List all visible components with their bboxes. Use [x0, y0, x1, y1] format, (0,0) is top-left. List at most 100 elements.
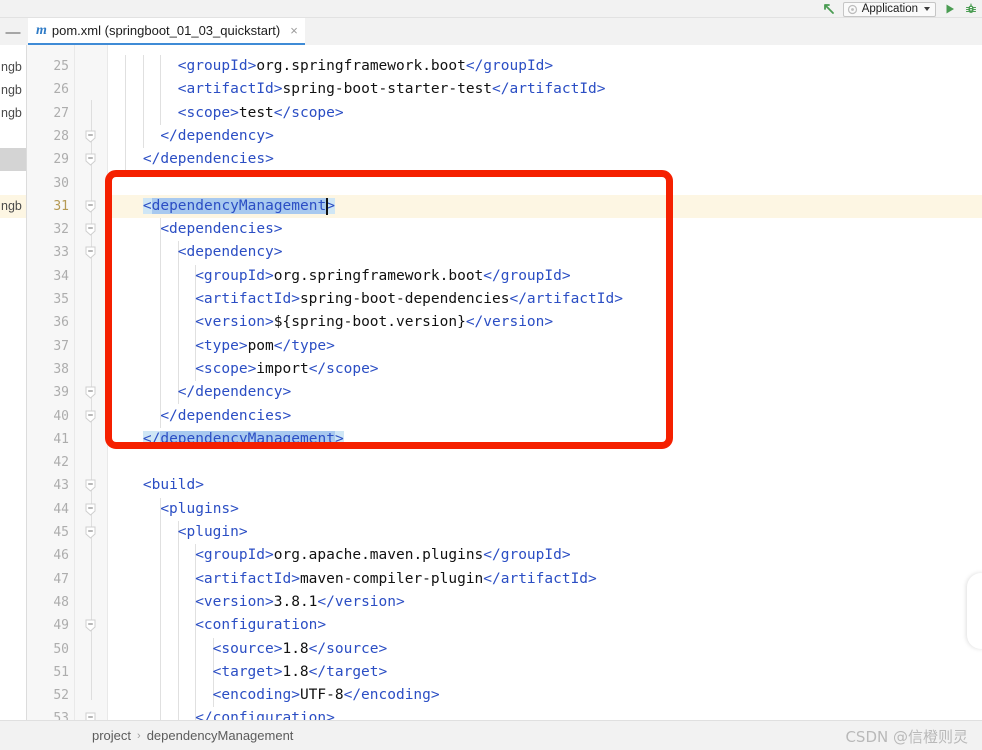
tree-row[interactable]: ngb [0, 55, 26, 78]
tree-row[interactable] [0, 661, 26, 684]
fold-marker-icon[interactable] [84, 129, 97, 144]
tree-row[interactable] [0, 288, 26, 311]
tree-row[interactable] [0, 684, 26, 707]
breadcrumb-item[interactable]: project [92, 728, 131, 743]
fold-marker-icon[interactable] [84, 152, 97, 167]
tree-row[interactable] [0, 265, 26, 288]
tree-row-label: ngb [1, 59, 22, 74]
code-line[interactable]: <configuration> [195, 614, 326, 637]
code-line[interactable]: <dependencyManagement> [142, 195, 335, 218]
code-tag: </version> [465, 314, 554, 331]
tree-row[interactable]: ngb [0, 102, 26, 125]
fold-marker-icon[interactable] [84, 385, 97, 400]
code-line[interactable]: <dependency> [178, 241, 283, 264]
line-number: 33 [53, 245, 69, 261]
tree-row[interactable] [0, 172, 26, 195]
tree-row[interactable] [0, 125, 26, 148]
code-tag: dependencyManagement [160, 430, 335, 447]
indent-guide [160, 55, 162, 125]
tree-row[interactable] [0, 474, 26, 497]
fold-marker-icon[interactable] [84, 245, 97, 260]
scrollbar-overlay[interactable] [967, 573, 982, 649]
code-tag: </groupId> [483, 547, 571, 564]
code-line[interactable]: <groupId>org.springframework.boot</group… [178, 55, 553, 78]
run-configuration-selector[interactable]: Application [842, 1, 936, 17]
code-line[interactable]: <encoding>UTF-8</encoding> [213, 684, 440, 707]
collapse-all-button[interactable]: — [4, 23, 22, 41]
tree-row[interactable] [0, 335, 26, 358]
toolbar-right-group: Application [822, 0, 978, 18]
tree-row[interactable] [0, 311, 26, 334]
tree-row[interactable] [0, 405, 26, 428]
tree-row[interactable]: ngb [0, 194, 26, 219]
line-number: 52 [53, 688, 69, 704]
code-line[interactable]: <type>pom</type> [195, 335, 335, 358]
code-line[interactable]: <build> [143, 474, 204, 497]
code-line[interactable]: <dependencies> [160, 218, 282, 241]
tree-row[interactable] [0, 451, 26, 474]
fold-marker-icon[interactable] [84, 409, 97, 424]
fold-marker-icon[interactable] [84, 199, 97, 214]
tree-row-label: ngb [1, 199, 22, 214]
code-line[interactable]: <version>${spring-boot.version}</version… [195, 311, 553, 334]
code-line[interactable]: </dependencyManagement> [142, 428, 344, 451]
editor-gutter[interactable]: 25 26 27 28 29 30 31 32 33 34 35 36 37 38 39 40 41 42 43 44… [27, 45, 108, 726]
fold-marker-icon[interactable] [84, 525, 97, 540]
code-line[interactable]: </dependency> [178, 381, 292, 404]
tree-row[interactable] [0, 428, 26, 451]
tree-row[interactable] [0, 707, 26, 720]
tree-row[interactable] [0, 638, 26, 661]
breadcrumb-item[interactable]: dependencyManagement [147, 728, 294, 743]
text-caret [326, 197, 328, 215]
code-line[interactable]: <scope>test</scope> [178, 102, 344, 125]
line-number: 45 [53, 525, 69, 540]
code-content[interactable]: <groupId>org.springframework.boot</group… [108, 45, 982, 720]
fold-marker-icon[interactable] [84, 478, 97, 493]
code-line[interactable]: <version>3.8.1</version> [195, 591, 405, 614]
debug-button[interactable] [964, 2, 978, 16]
tree-row[interactable] [0, 498, 26, 521]
fold-marker-icon[interactable] [84, 618, 97, 633]
close-icon[interactable]: × [290, 24, 298, 37]
code-line[interactable]: </configuration> [195, 707, 335, 720]
fold-marker-icon[interactable] [84, 502, 97, 517]
up-left-arrow-icon[interactable] [822, 2, 836, 16]
run-button[interactable] [943, 2, 957, 16]
code-line[interactable]: <source>1.8</source> [213, 638, 388, 661]
code-line[interactable]: </dependency> [160, 125, 274, 148]
tree-row[interactable] [0, 521, 26, 544]
tree-row[interactable] [0, 544, 26, 567]
code-line[interactable]: <target>1.8</target> [213, 661, 388, 684]
code-line[interactable]: <groupId>org.springframework.boot</group… [195, 265, 570, 288]
code-line[interactable]: <plugin> [178, 521, 248, 544]
tree-row[interactable] [0, 241, 26, 264]
tree-row[interactable] [0, 218, 26, 241]
code-line[interactable]: <artifactId>maven-compiler-plugin</artif… [195, 568, 597, 591]
tree-row[interactable] [0, 358, 26, 381]
code-line[interactable]: </dependencies> [160, 405, 291, 428]
code-tag: <version> [195, 593, 274, 610]
line-number: 34 [53, 268, 69, 284]
code-tag: <version> [195, 314, 274, 331]
code-line[interactable]: <artifactId>spring-boot-dependencies</ar… [195, 288, 623, 311]
code-line[interactable]: <scope>import</scope> [195, 358, 378, 381]
code-tag: <source> [212, 640, 283, 657]
code-line[interactable]: <artifactId>spring-boot-starter-test</ar… [178, 78, 606, 101]
indent-guide [160, 497, 162, 720]
fold-marker-icon[interactable] [84, 222, 97, 237]
code-line[interactable]: <plugins> [160, 498, 239, 521]
tree-row[interactable]: ngb [0, 78, 26, 101]
code-line[interactable]: <groupId>org.apache.maven.plugins</group… [195, 544, 570, 567]
tree-row[interactable] [0, 148, 26, 172]
tab-pom-xml[interactable]: m pom.xml (springboot_01_03_quickstart) … [28, 18, 305, 45]
tree-row[interactable] [0, 614, 26, 637]
tree-row[interactable] [0, 381, 26, 404]
tree-row[interactable] [0, 568, 26, 591]
tree-row[interactable] [0, 591, 26, 614]
project-tree-strip[interactable]: ngb ngb ngb ngb [0, 45, 27, 720]
code-line[interactable]: </dependencies> [143, 148, 274, 171]
code-tag: <encoding> [212, 687, 300, 704]
chevron-down-icon[interactable] [924, 7, 930, 11]
code-tag: < [142, 197, 152, 214]
code-text: UTF-8 [299, 687, 344, 704]
